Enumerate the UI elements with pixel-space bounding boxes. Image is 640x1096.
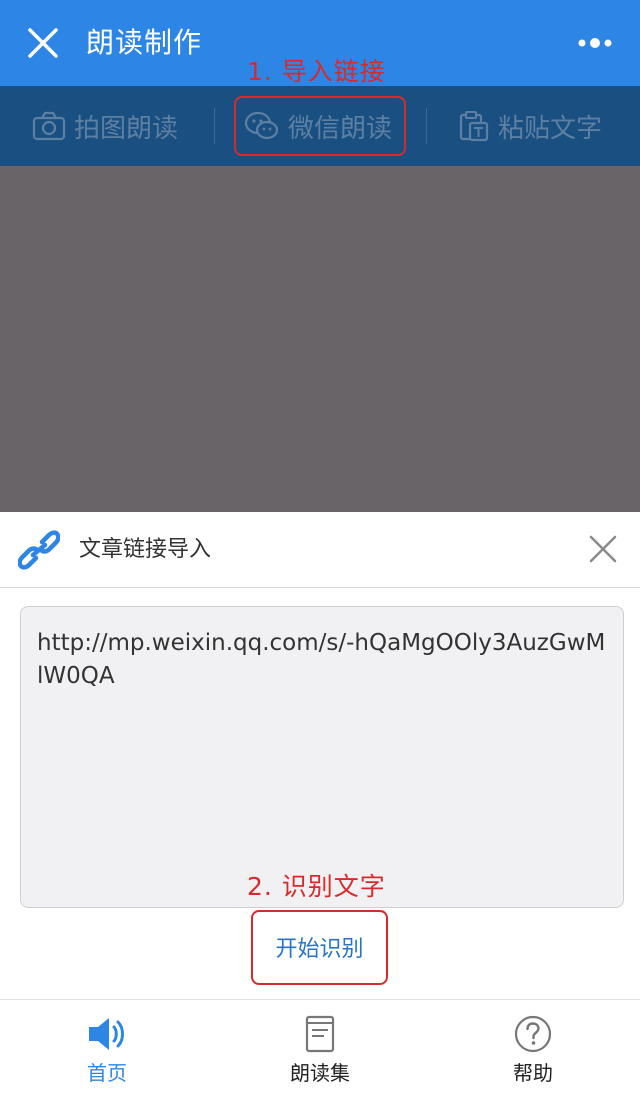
annotation-step-1: 1. 导入链接: [247, 57, 386, 86]
annotation-highlight-box: [251, 910, 388, 985]
nav-label: 首页: [87, 1061, 127, 1085]
annotation-highlight-box: [234, 96, 406, 156]
help-icon: [514, 1015, 552, 1053]
book-icon: [305, 1015, 335, 1053]
tab-label: 粘贴文字: [498, 113, 603, 144]
close-icon[interactable]: [588, 534, 618, 564]
link-input[interactable]: http://mp.weixin.qq.com/s/-hQaMgOOly3Auz…: [20, 606, 624, 908]
more-dots-icon[interactable]: [576, 34, 614, 52]
nav-label: 朗读集: [290, 1061, 350, 1085]
tab-paste-text[interactable]: 粘贴文字: [458, 86, 602, 166]
link-icon: [18, 530, 60, 570]
nav-home[interactable]: 首页: [47, 1000, 167, 1096]
nav-collection[interactable]: 朗读集: [260, 1000, 380, 1096]
annotation-step-2: 2. 识别文字: [247, 872, 386, 901]
page-title: 朗读制作: [86, 26, 203, 59]
clipboard-icon: [459, 111, 489, 142]
tab-divider: [426, 108, 427, 144]
nav-label: 帮助: [513, 1061, 553, 1085]
camera-icon: [32, 111, 66, 141]
bottom-nav: 首页 朗读集 帮助: [0, 999, 640, 1096]
speaker-icon: [89, 1018, 124, 1050]
tab-photo-read[interactable]: 拍图朗读: [32, 86, 178, 166]
sheet-header: 文章链接导入: [0, 512, 640, 588]
close-icon[interactable]: [24, 24, 62, 62]
tab-divider: [214, 108, 215, 144]
tab-label: 拍图朗读: [74, 113, 179, 144]
nav-help[interactable]: 帮助: [473, 1000, 593, 1096]
sheet-title: 文章链接导入: [79, 537, 212, 562]
